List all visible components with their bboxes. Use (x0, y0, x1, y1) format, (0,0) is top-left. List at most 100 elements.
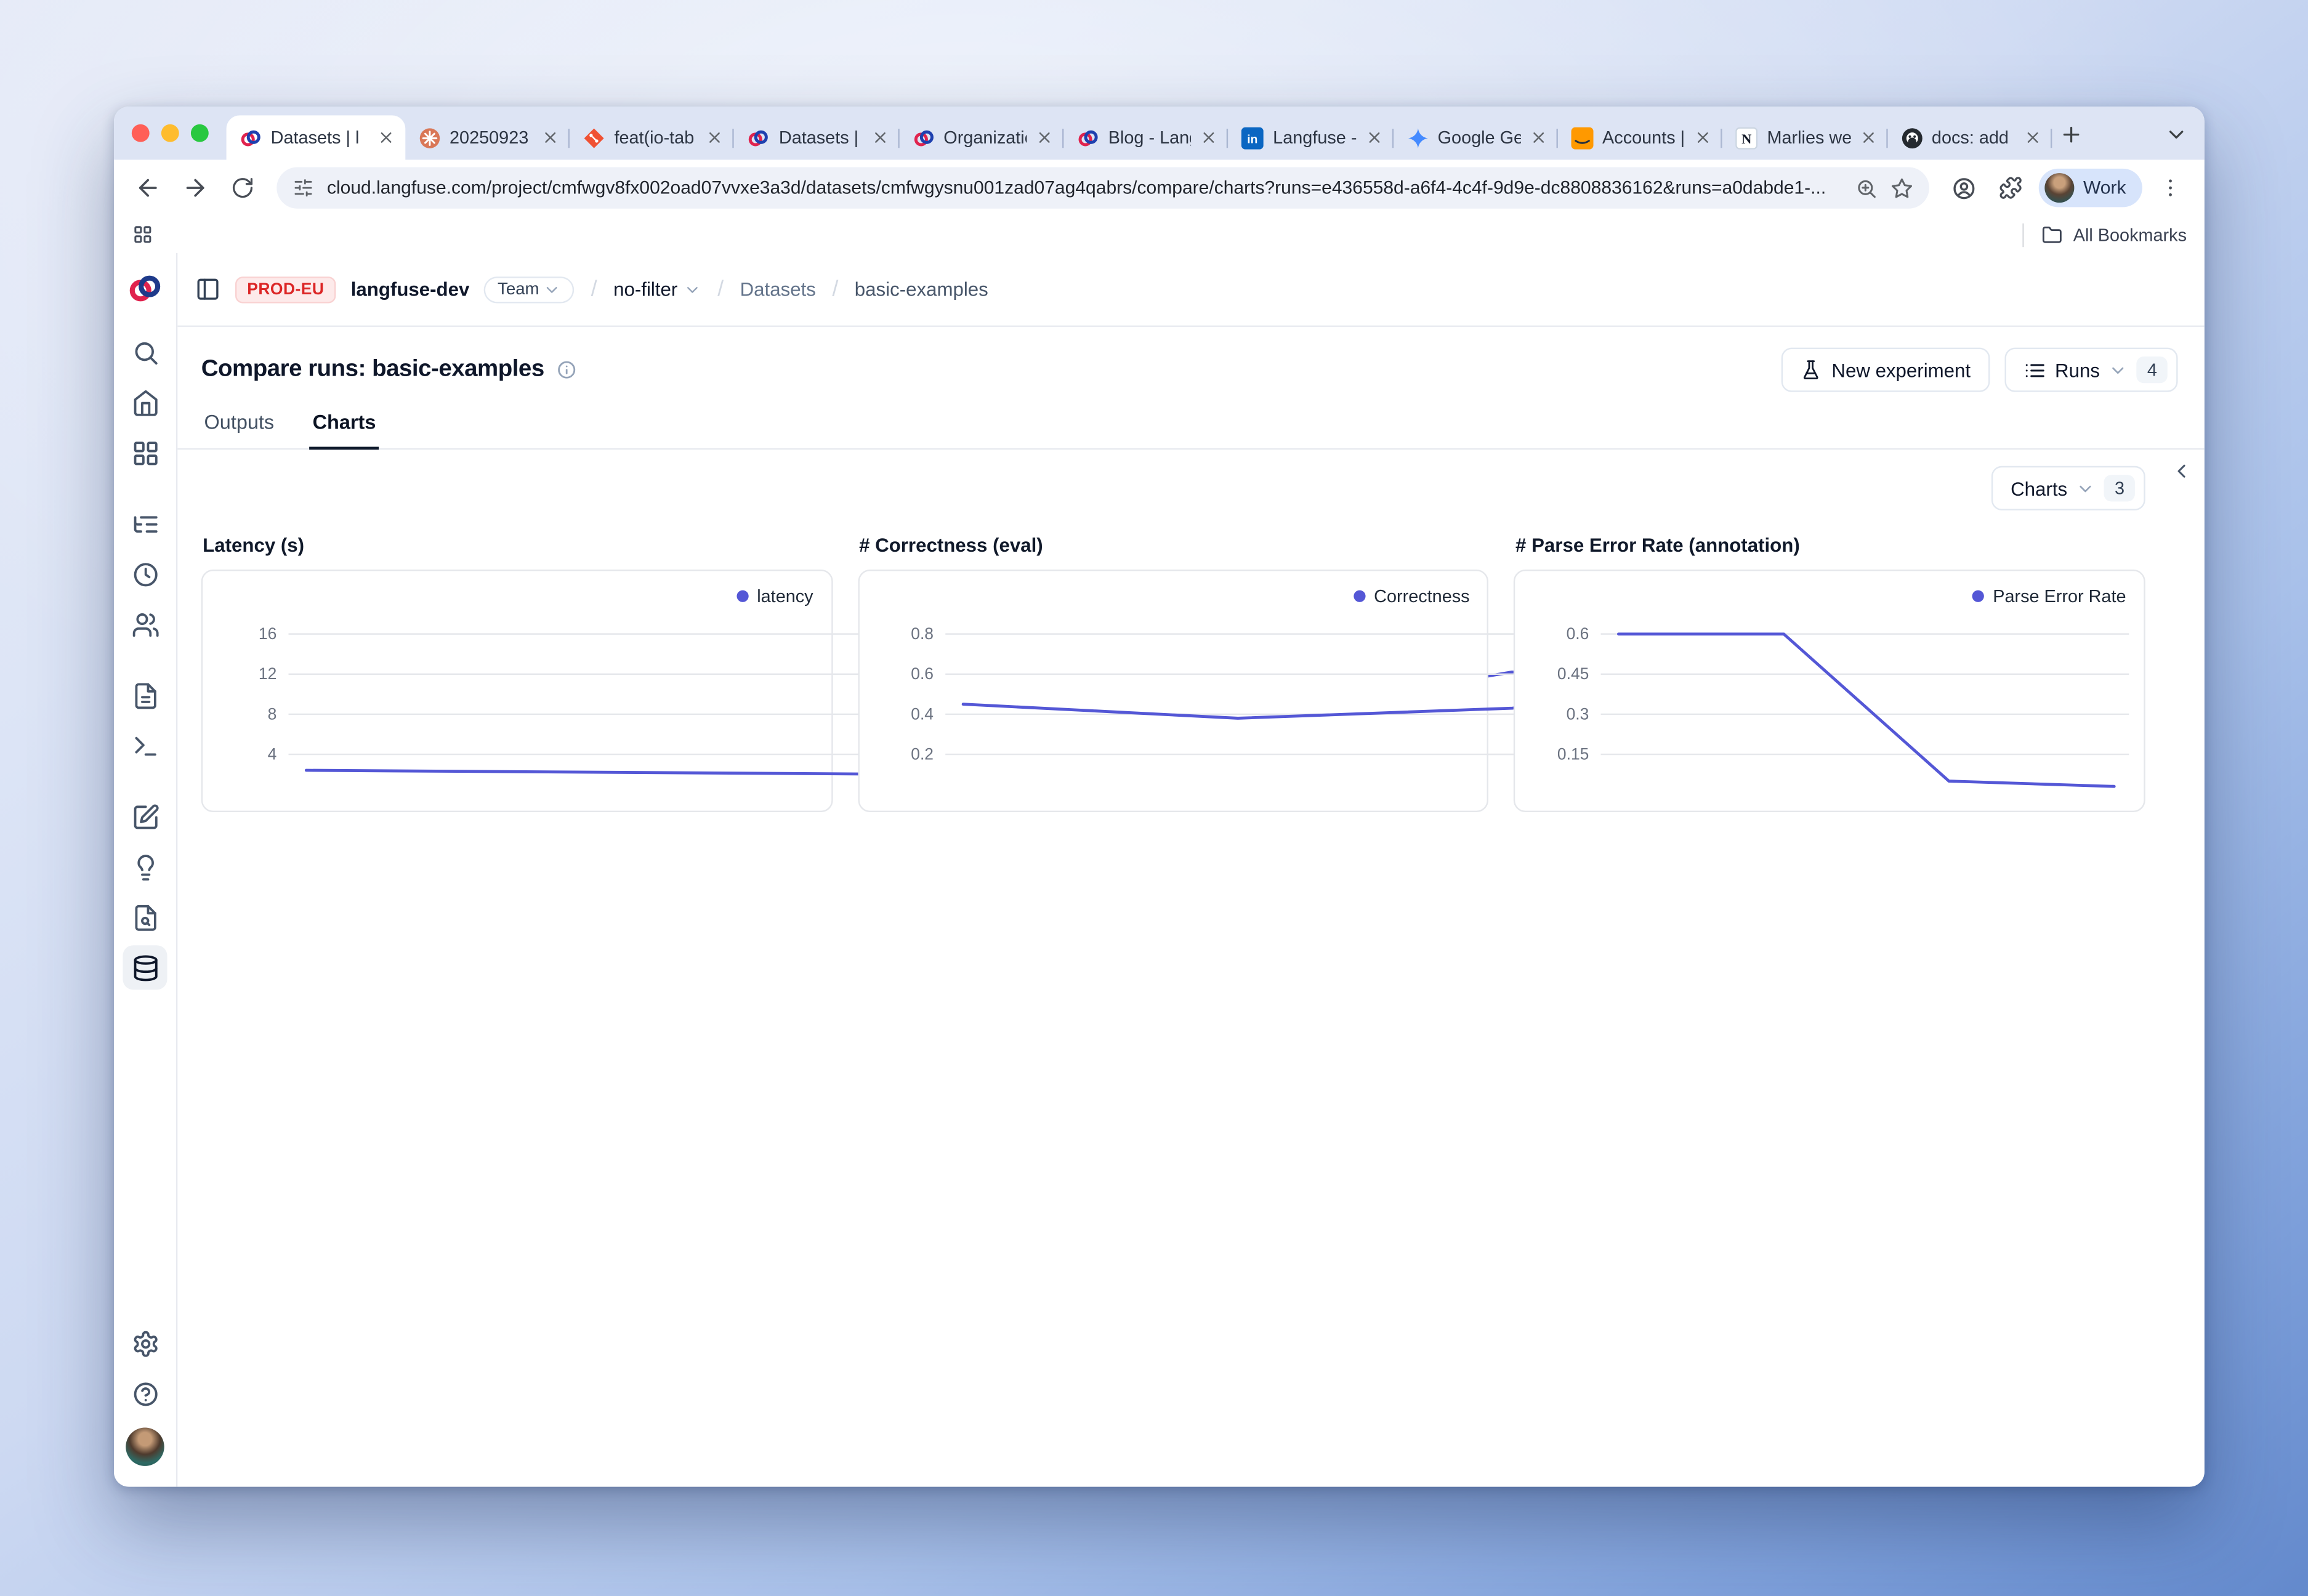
tab-charts[interactable]: Charts (310, 411, 379, 449)
tab-close-icon[interactable] (2024, 129, 2042, 147)
folder-icon (2042, 224, 2063, 245)
new-experiment-button[interactable]: New experiment (1781, 348, 1990, 392)
browser-tab[interactable]: 20250923 (405, 115, 570, 159)
browser-tab[interactable]: Datasets | l (227, 115, 405, 159)
legend-label: latency (757, 586, 813, 607)
browser-tab[interactable]: docs: add (1887, 115, 2052, 159)
collapse-panel-button[interactable] (2165, 454, 2197, 487)
chart-card: Correctness0.20.40.60.8 (858, 570, 1489, 812)
tab-close-icon[interactable] (377, 129, 395, 147)
svg-text:N: N (1742, 131, 1752, 146)
svg-text:0.8: 0.8 (911, 624, 934, 643)
sidebar-item-annotation[interactable] (123, 794, 167, 839)
tab-search-button[interactable] (2157, 115, 2195, 153)
all-bookmarks-button[interactable]: All Bookmarks (2023, 223, 2187, 246)
chevron-down-icon (544, 280, 562, 298)
sidebar-item-settings[interactable] (123, 1321, 167, 1365)
tab-title: Langfuse - (1273, 127, 1356, 148)
apps-grid-icon[interactable] (132, 224, 154, 246)
tab-close-icon[interactable] (1530, 129, 1547, 147)
zoom-icon[interactable] (1855, 177, 1878, 199)
org-type-pill[interactable]: Team (484, 276, 575, 302)
page-head: Compare runs: basic-examples New experim… (177, 327, 2205, 392)
tab-close-icon[interactable] (706, 129, 724, 147)
chevron-down-icon (684, 280, 701, 298)
browser-tab[interactable]: feat(io-tab (570, 115, 734, 159)
sidebar-item-tracing[interactable] (123, 501, 167, 546)
page-content: Compare runs: basic-examples New experim… (177, 327, 2205, 1487)
reload-button[interactable] (220, 166, 265, 210)
sidebar-item-users[interactable] (123, 602, 167, 647)
svg-text:0.15: 0.15 (1558, 744, 1589, 763)
browser-tab[interactable]: NMarlies we (1722, 115, 1887, 159)
browser-tab[interactable]: Accounts | (1558, 115, 1722, 159)
new-tab-button[interactable] (2052, 115, 2090, 153)
project-selector[interactable]: no-filter (613, 278, 701, 300)
linkedin-favicon: in (1242, 126, 1264, 148)
browser-tab[interactable]: Blog - Lang (1064, 115, 1229, 159)
tab-outputs[interactable]: Outputs (201, 411, 277, 448)
browser-tab[interactable]: Datasets | l (735, 115, 899, 159)
charts-dropdown-label: Charts (2011, 477, 2067, 499)
extensions-puzzle-icon[interactable] (1988, 166, 2033, 210)
sidebar-item-sessions[interactable] (123, 552, 167, 596)
tab-close-icon[interactable] (871, 129, 889, 147)
user-avatar[interactable] (126, 1427, 164, 1465)
sidebar-toggle-button[interactable] (195, 276, 220, 302)
tab-close-icon[interactable] (1036, 129, 1054, 147)
browser-tabs: Datasets | l20250923feat(io-tabDatasets … (227, 115, 2052, 159)
sidebar-item-prompts[interactable] (123, 673, 167, 717)
window-controls (132, 107, 227, 159)
github-favicon (1900, 126, 1923, 148)
browser-menu-button[interactable] (2149, 166, 2193, 210)
bookmark-star-icon[interactable] (1891, 177, 1913, 199)
tab-close-icon[interactable] (1859, 129, 1877, 147)
close-window-button[interactable] (132, 124, 150, 142)
profile-chip[interactable]: Work (2039, 169, 2142, 207)
runs-dropdown-button[interactable]: Runs 4 (2004, 348, 2177, 392)
langfuse-logo[interactable] (127, 271, 163, 307)
forward-button[interactable] (173, 166, 217, 210)
svg-text:8: 8 (268, 704, 277, 723)
sidebar-item-datasets[interactable] (123, 945, 167, 989)
browser-tab[interactable]: Google Ge (1394, 115, 1558, 159)
minimize-window-button[interactable] (161, 124, 179, 142)
legend-dot (736, 590, 748, 602)
info-icon[interactable] (556, 360, 577, 381)
browser-tab[interactable]: Organizatio (899, 115, 1063, 159)
breadcrumb-dataset[interactable]: basic-examples (855, 278, 988, 300)
tab-close-icon[interactable] (1200, 129, 1218, 147)
account-circle-icon[interactable] (1941, 166, 1985, 210)
sidebar-item-playground[interactable] (123, 723, 167, 768)
tab-close-icon[interactable] (1365, 129, 1383, 147)
sidebar-item-insights[interactable] (123, 845, 167, 889)
notion-favicon: N (1736, 126, 1758, 148)
tab-title: docs: add (1932, 127, 2015, 148)
sidebar-item-evaluation[interactable] (123, 895, 167, 940)
url-text: cloud.langfuse.com/project/cmfwgv8fx002o… (327, 177, 1842, 198)
tab-title: 20250923 (450, 127, 533, 148)
address-bar[interactable]: cloud.langfuse.com/project/cmfwgv8fx002o… (276, 167, 1929, 208)
back-button[interactable] (126, 166, 170, 210)
git-favicon (583, 126, 605, 148)
fullscreen-window-button[interactable] (191, 124, 209, 142)
breadcrumb-separator: / (589, 276, 599, 302)
sidebar-item-home[interactable] (123, 380, 167, 424)
sidebar-item-support[interactable] (123, 1371, 167, 1416)
breadcrumb-datasets[interactable]: Datasets (740, 278, 816, 300)
app-sidebar (114, 253, 177, 1487)
langfuse-favicon (748, 126, 770, 148)
tab-title: Datasets | l (271, 127, 368, 148)
site-settings-icon[interactable] (293, 177, 314, 198)
charts-dropdown-button[interactable]: Charts 3 (1991, 466, 2145, 510)
browser-window: Datasets | l20250923feat(io-tabDatasets … (114, 107, 2205, 1487)
sidebar-item-search[interactable] (123, 330, 167, 374)
tab-close-icon[interactable] (542, 129, 560, 147)
org-name[interactable]: langfuse-dev (351, 278, 470, 300)
tab-close-icon[interactable] (1695, 129, 1713, 147)
langfuse-favicon (1077, 126, 1099, 148)
tab-title: Organizatio (943, 127, 1027, 148)
view-tabs: Outputs Charts (177, 392, 2205, 450)
sidebar-item-dashboards[interactable] (123, 430, 167, 475)
browser-tab[interactable]: in Langfuse - (1229, 115, 1393, 159)
